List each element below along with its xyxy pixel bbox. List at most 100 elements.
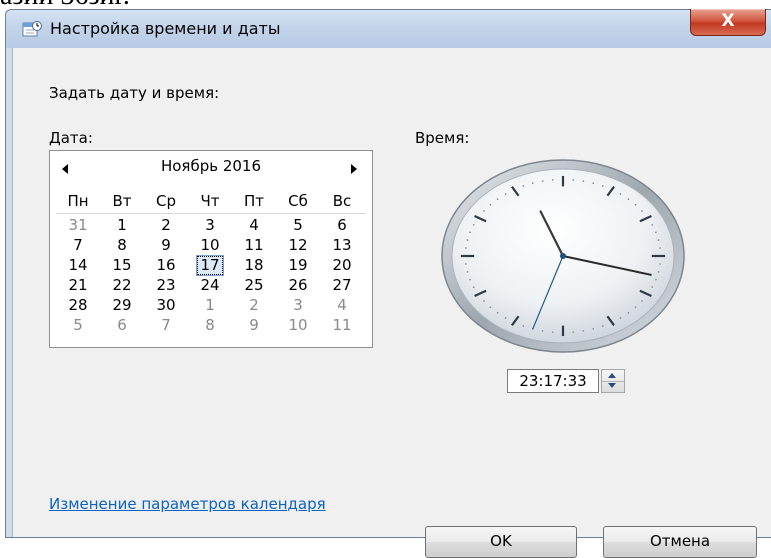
calendar-day[interactable]: 9 <box>232 315 276 335</box>
calendar-day[interactable]: 30 <box>144 295 188 315</box>
calendar-day[interactable]: 18 <box>232 255 276 275</box>
minute-dot <box>541 180 544 183</box>
calendar-day[interactable]: 10 <box>188 235 232 255</box>
minute-dot <box>504 193 507 195</box>
calendar-day[interactable]: 9 <box>144 235 188 255</box>
title-bar[interactable]: Настройка времени и даты X <box>6 9 771 48</box>
calendar-day[interactable]: 1 <box>188 295 232 315</box>
analog-clock <box>441 159 685 353</box>
calendar-day[interactable]: 23 <box>144 275 188 295</box>
minute-dot <box>641 300 643 302</box>
calendar-day[interactable]: 31 <box>56 215 100 235</box>
calendar-day[interactable]: 4 <box>232 215 276 235</box>
calendar-day[interactable]: 20 <box>320 255 364 275</box>
minute-dot <box>651 286 654 289</box>
weekday-header: Пн <box>67 192 89 210</box>
minute-dot <box>483 300 485 302</box>
selected-day-label: 17 <box>196 255 224 276</box>
calendar-day[interactable]: 8 <box>188 315 232 335</box>
calendar-day[interactable]: 11 <box>232 235 276 255</box>
time-label: Время: <box>415 129 470 147</box>
close-button[interactable]: X <box>690 9 766 36</box>
change-calendar-settings-link[interactable]: Изменение параметров календаря <box>49 495 326 513</box>
minute-dot <box>619 317 622 319</box>
minute-dot <box>582 329 585 332</box>
calendar-day[interactable]: 19 <box>276 255 320 275</box>
minute-dot <box>489 306 492 309</box>
calendar-day[interactable]: 6 <box>320 215 364 235</box>
calendar-day[interactable]: 5 <box>276 215 320 235</box>
spin-down-arrow-icon[interactable] <box>608 383 616 388</box>
calendar-week-row: 14 15 16 17 18 19 20 <box>56 255 366 276</box>
minute-dot <box>472 286 475 289</box>
minute-dot <box>496 311 499 314</box>
calendar-day[interactable]: 25 <box>232 275 276 295</box>
calendar-day[interactable]: 27 <box>320 275 364 295</box>
calendar-week-row: 7 8 9 10 11 12 13 <box>56 235 366 255</box>
calendar-day[interactable]: 16 <box>144 255 188 275</box>
minute-dot <box>634 203 637 206</box>
calendar-day[interactable]: 2 <box>144 215 188 235</box>
weekday-header: Вс <box>332 192 352 210</box>
spinner-divider <box>602 381 624 382</box>
calendar-week-row: 5 6 7 8 9 10 11 <box>56 315 366 335</box>
minute-dot <box>619 193 622 195</box>
dialog-body: Задать дату и время: Дата: Время: Ноябрь… <box>12 48 771 558</box>
calendar-month-year[interactable]: Ноябрь 2016 <box>50 157 372 175</box>
clock-center-pin <box>560 253 566 259</box>
calendar-day[interactable]: 15 <box>100 255 144 275</box>
minute-dot <box>464 263 467 265</box>
minute-dot <box>634 306 637 309</box>
month-calendar: Ноябрь 2016 Пн Вт Ср Чт Пт Сб Вс 31 1 2 3 4 5 6 7 8 9 10 1… <box>49 150 373 348</box>
calendar-day[interactable]: 14 <box>56 255 100 275</box>
calendar-day[interactable]: 26 <box>276 275 320 295</box>
minute-dot <box>472 223 475 226</box>
cancel-button[interactable]: Отмена <box>603 526 757 558</box>
minute-dot <box>659 247 662 249</box>
calendar-day[interactable]: 5 <box>56 315 100 335</box>
minute-dot <box>627 198 630 201</box>
minute-dot <box>466 239 469 241</box>
calendar-day[interactable]: 28 <box>56 295 100 315</box>
dialog-heading: Задать дату и время: <box>49 84 220 102</box>
minute-dot <box>469 231 472 234</box>
minute-dot <box>489 203 492 206</box>
ok-button[interactable]: OK <box>425 526 577 558</box>
minute-dot <box>541 329 544 332</box>
calendar-day[interactable]: 22 <box>100 275 144 295</box>
calendar-day[interactable]: 6 <box>100 315 144 335</box>
minute-dot <box>469 278 472 281</box>
calendar-day[interactable]: 1 <box>100 215 144 235</box>
next-month-arrow-icon[interactable] <box>351 164 357 174</box>
calendar-day[interactable]: 7 <box>144 315 188 335</box>
date-label: Дата: <box>49 129 93 147</box>
calendar-day[interactable]: 8 <box>100 235 144 255</box>
calendar-day[interactable]: 21 <box>56 275 100 295</box>
spin-up-arrow-icon[interactable] <box>608 373 616 378</box>
calendar-day[interactable]: 29 <box>100 295 144 315</box>
calendar-day[interactable]: 10 <box>276 315 320 335</box>
time-input[interactable]: 23:17:33 <box>507 369 599 393</box>
calendar-week-row: 31 1 2 3 4 5 6 <box>56 215 366 235</box>
time-spinner[interactable] <box>601 369 625 393</box>
calendar-day-selected[interactable]: 17 <box>188 255 232 276</box>
calendar-day[interactable]: 3 <box>188 215 232 235</box>
minute-dot <box>531 182 534 185</box>
minute-dot <box>504 317 507 319</box>
calendar-day[interactable]: 12 <box>276 235 320 255</box>
minute-dot <box>657 271 660 273</box>
minute-dot <box>654 278 657 281</box>
calendar-day[interactable]: 24 <box>188 275 232 295</box>
minute-dot <box>483 210 485 212</box>
calendar-day[interactable]: 3 <box>276 295 320 315</box>
minute-dot <box>572 331 575 334</box>
minute-dot <box>551 178 554 181</box>
minute-dot <box>466 271 469 273</box>
weekday-header: Пт <box>243 192 265 210</box>
calendar-day[interactable]: 7 <box>56 235 100 255</box>
minute-dot <box>651 223 654 226</box>
calendar-day[interactable]: 13 <box>320 235 364 255</box>
calendar-day[interactable]: 4 <box>320 295 364 315</box>
calendar-day[interactable]: 11 <box>320 315 364 335</box>
calendar-day[interactable]: 2 <box>232 295 276 315</box>
